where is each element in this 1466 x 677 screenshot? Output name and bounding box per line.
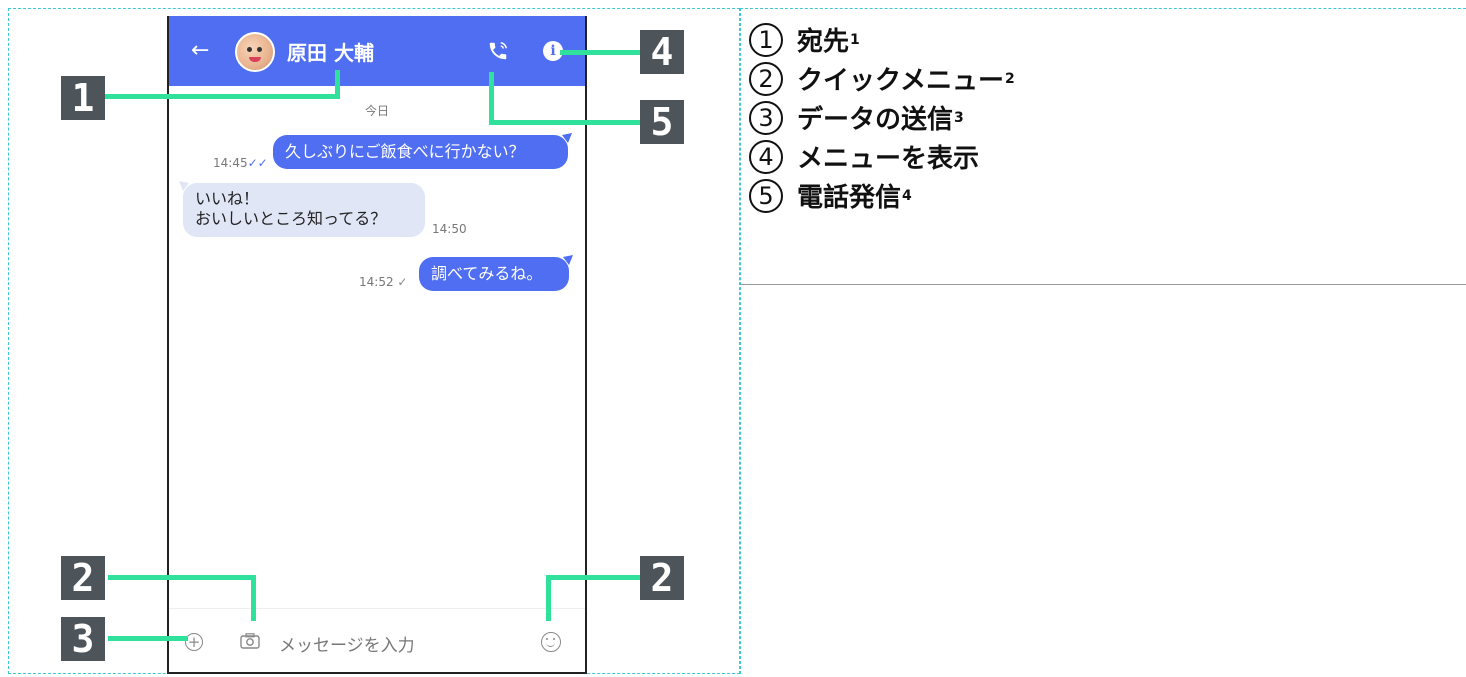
callout-tag-1: 1 xyxy=(61,76,105,120)
callout-line-3 xyxy=(108,636,188,641)
read-check-icon: ✓✓ xyxy=(247,156,268,170)
message-bubble-incoming[interactable]: いいね！ おいしいところ知ってる？ xyxy=(183,183,425,237)
callout-line-4 xyxy=(560,50,642,55)
legend-label: メニューを表示 xyxy=(797,144,980,174)
legend-item: 1 宛先 1 xyxy=(749,20,1015,59)
callout-tag-5: 5 xyxy=(640,100,684,144)
callout-tag-3: 3 xyxy=(61,617,105,661)
callout-line-1 xyxy=(104,94,340,99)
message-time: 14:45✓✓ xyxy=(213,156,268,170)
legend-label: クイックメニュー xyxy=(797,66,1004,96)
date-separator: 今日 xyxy=(364,104,389,118)
legend-number: 4 xyxy=(749,139,783,174)
back-arrow-icon[interactable]: ← xyxy=(191,38,209,63)
legend-number: 1 xyxy=(749,22,783,57)
emoji-icon[interactable] xyxy=(541,632,561,652)
message-input-bar: + メッセージを入力 xyxy=(169,608,585,672)
avatar[interactable] xyxy=(235,32,275,72)
legend-label: データの送信 xyxy=(797,105,954,135)
callout-line-2-right xyxy=(546,575,551,621)
legend-item: 3 データの送信 3 xyxy=(749,98,1015,137)
legend-note: 2 xyxy=(1004,70,1015,87)
legend: 1 宛先 1 2 クイックメニュー 2 3 データの送信 3 4 メニューを表示 5 … xyxy=(749,20,1015,215)
callout-tag-2-right: 2 xyxy=(640,556,684,600)
message-time: 14:50 xyxy=(432,222,467,236)
callout-line-5 xyxy=(489,72,494,125)
legend-number: 5 xyxy=(749,178,783,213)
sent-check-icon: ✓ xyxy=(397,275,408,289)
message-line: おいしいところ知ってる？ xyxy=(195,209,387,228)
callout-line-1 xyxy=(335,70,340,99)
legend-item: 5 電話発信 4 xyxy=(749,176,1015,215)
legend-label: 宛先 xyxy=(797,27,850,57)
callout-tag-2-left: 2 xyxy=(61,556,105,600)
legend-item: 4 メニューを表示 xyxy=(749,137,1015,176)
legend-item: 2 クイックメニュー 2 xyxy=(749,59,1015,98)
callout-line-2-left xyxy=(108,575,256,580)
callout-line-2-right xyxy=(546,575,642,580)
camera-icon[interactable] xyxy=(240,633,260,649)
legend-note: 4 xyxy=(902,187,912,204)
callout-line-2-left xyxy=(251,575,256,621)
message-time: 14:52 ✓ xyxy=(359,275,408,289)
message-line: いいね！ xyxy=(195,189,260,208)
message-bubble-outgoing[interactable]: 久しぶりにご飯食べに行かない？ xyxy=(273,135,568,169)
contact-name[interactable]: 原田 大輔 xyxy=(287,37,374,66)
legend-number: 3 xyxy=(749,100,783,135)
message-input[interactable]: メッセージを入力 xyxy=(279,631,415,656)
app-bar: ← 原田 大輔 i xyxy=(169,16,585,86)
message-bubble-outgoing[interactable]: 調べてみるね。 xyxy=(419,257,569,291)
legend-number: 2 xyxy=(749,61,783,96)
legend-divider xyxy=(741,284,1466,285)
callout-line-5 xyxy=(489,120,641,125)
callout-tag-4: 4 xyxy=(640,30,684,74)
phone-call-icon[interactable] xyxy=(487,40,509,62)
legend-note: 1 xyxy=(850,31,860,48)
legend-label: 電話発信 xyxy=(797,183,902,213)
legend-note: 3 xyxy=(954,109,964,126)
